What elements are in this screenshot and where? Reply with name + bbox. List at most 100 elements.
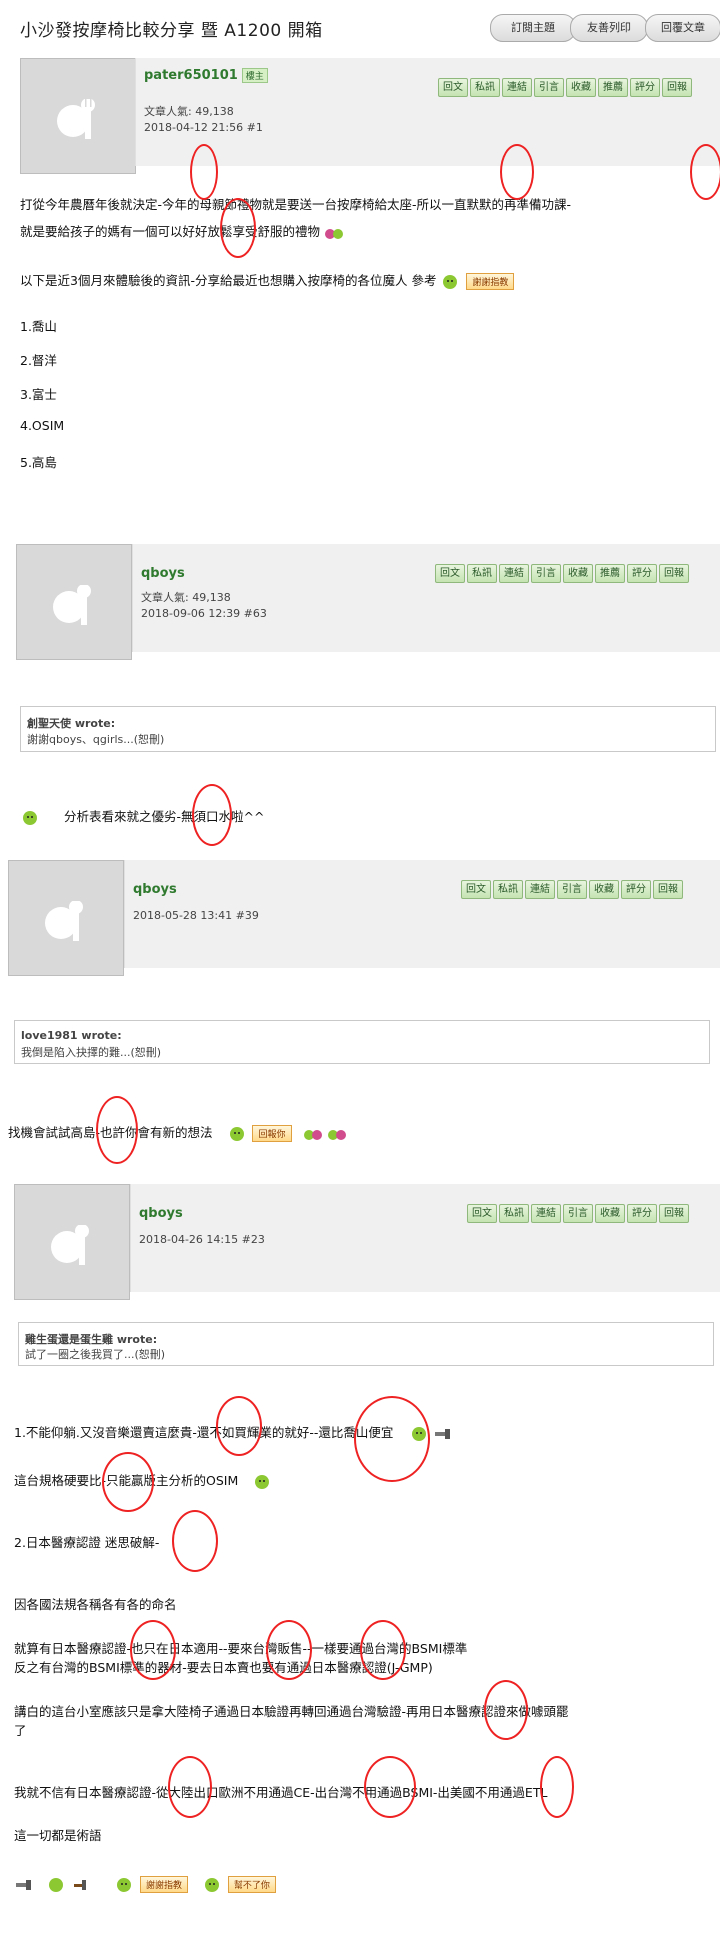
post-line: 2.日本醫療認證 迷思破解- bbox=[14, 1535, 160, 1550]
post-actions: 回文 私訊 連結 引言 收藏 評分 回報 bbox=[467, 1204, 689, 1223]
annotation-circle bbox=[690, 144, 720, 200]
quote-box: love1981 wrote: 我倒是陷入抉擇的難...(恕刪) bbox=[14, 1020, 710, 1064]
annotation-circle bbox=[220, 198, 256, 258]
reply-action[interactable]: 回文 bbox=[461, 880, 491, 899]
rate-action[interactable]: 評分 bbox=[630, 78, 660, 97]
favorite-action[interactable]: 收藏 bbox=[595, 1204, 625, 1223]
hammer-emoji-icon bbox=[73, 1879, 86, 1890]
page-title: 小沙發按摩椅比較分享 暨 A1200 開箱 bbox=[20, 21, 323, 41]
annotation-circle bbox=[266, 1620, 312, 1680]
popularity: 文章人氣: 49,138 bbox=[144, 105, 234, 118]
quote-author: 創聖天使 wrote: bbox=[27, 717, 116, 730]
post-line: 找機會試試高島-也許你會有新的想法 回報你 bbox=[8, 1122, 347, 1142]
smile-emoji-icon bbox=[23, 810, 37, 825]
reply-action[interactable]: 回文 bbox=[438, 78, 468, 97]
reply-action[interactable]: 回文 bbox=[435, 564, 465, 583]
post-line: 因各國法規各稱各有各的命名 bbox=[14, 1597, 177, 1612]
avatar-icon bbox=[51, 1225, 89, 1265]
hammer-emoji-icon bbox=[16, 1879, 31, 1890]
post-date: 2018-04-26 14:15 #23 bbox=[139, 1233, 265, 1246]
quote-box: 雞生蛋還是蛋生雞 wrote: 試了一圈之後我買了...(恕刪) bbox=[18, 1322, 714, 1366]
smile-emoji-icon bbox=[255, 1474, 270, 1489]
message-action[interactable]: 私訊 bbox=[470, 78, 500, 97]
link-action[interactable]: 連結 bbox=[502, 78, 532, 97]
message-action[interactable]: 私訊 bbox=[493, 880, 523, 899]
quote-action[interactable]: 引言 bbox=[563, 1204, 593, 1223]
report-action[interactable]: 回報 bbox=[659, 564, 689, 583]
smile-emoji-icon bbox=[48, 1877, 63, 1892]
list-item: 4.OSIM bbox=[20, 418, 65, 433]
print-button[interactable]: 友善列印 bbox=[570, 14, 648, 42]
message-action[interactable]: 私訊 bbox=[467, 564, 497, 583]
post-actions: 回文 私訊 連結 引言 收藏 推薦 評分 回報 bbox=[435, 564, 689, 583]
list-item: 3.富士 bbox=[20, 387, 57, 402]
rate-action[interactable]: 評分 bbox=[627, 564, 657, 583]
annotation-circle bbox=[360, 1620, 406, 1680]
quote-text: 試了一圈之後我買了...(恕刪) bbox=[25, 1348, 166, 1361]
subscribe-button[interactable]: 訂閱主題 bbox=[490, 14, 576, 42]
post-line: 我就不信有日本醫療認證-從大陸出口歐洲不用通過CE-出台灣不用通過BSMI-出美… bbox=[14, 1785, 548, 1800]
header: 小沙發按摩椅比較分享 暨 A1200 開箱 訂閱主題 友善列印 回覆文章 bbox=[0, 0, 720, 56]
hammer-emoji-icon bbox=[435, 1428, 451, 1439]
post-date: 2018-05-28 13:41 #39 bbox=[133, 909, 259, 922]
report-action[interactable]: 回報 bbox=[662, 78, 692, 97]
post-3: qboys 2018-05-28 13:41 #39 回文 私訊 連結 引言 收… bbox=[0, 860, 720, 1164]
hug-emoji-icon bbox=[304, 1129, 323, 1140]
thanks-tag: 謝謝指教 bbox=[466, 273, 515, 290]
favorite-action[interactable]: 收藏 bbox=[563, 564, 593, 583]
quote-text: 我倒是陷入抉擇的難...(恕刪) bbox=[21, 1046, 162, 1059]
post-line: 打從今年農曆年後就決定-今年的母親節禮物就是要送一台按摩椅給太座-所以一直默默的… bbox=[20, 197, 572, 212]
post-line: 了 bbox=[14, 1723, 27, 1738]
username[interactable]: qboys bbox=[133, 882, 177, 897]
username[interactable]: qboys bbox=[139, 1206, 183, 1221]
avatar[interactable] bbox=[20, 58, 136, 174]
list-item: 2.督洋 bbox=[20, 353, 57, 368]
report-action[interactable]: 回報 bbox=[653, 880, 683, 899]
avatar-icon bbox=[45, 901, 83, 941]
quote-author: love1981 wrote: bbox=[21, 1029, 122, 1042]
post-date: 2018-04-12 21:56 #1 bbox=[144, 121, 263, 134]
post-1: pater650101 樓主 文章人氣: 49,138 2018-04-12 21… bbox=[0, 58, 720, 498]
annotation-circle bbox=[192, 784, 232, 846]
annotation-circle bbox=[168, 1756, 212, 1818]
reply-action[interactable]: 回文 bbox=[467, 1204, 497, 1223]
rate-action[interactable]: 評分 bbox=[627, 1204, 657, 1223]
message-action[interactable]: 私訊 bbox=[499, 1204, 529, 1223]
report-action[interactable]: 回報 bbox=[659, 1204, 689, 1223]
post-line: 就是要給孩子的媽有一個可以好好放鬆享受舒服的禮物 bbox=[20, 221, 344, 241]
avatar[interactable] bbox=[8, 860, 124, 976]
recommend-action[interactable]: 推薦 bbox=[595, 564, 625, 583]
post-meta: pater650101 樓主 文章人氣: 49,138 2018-04-12 21… bbox=[135, 58, 720, 166]
link-action[interactable]: 連結 bbox=[499, 564, 529, 583]
username[interactable]: pater650101 樓主 bbox=[144, 68, 268, 83]
thanks-tag: 謝謝指教 bbox=[139, 1876, 188, 1893]
annotation-circle bbox=[500, 144, 534, 200]
favorite-action[interactable]: 收藏 bbox=[566, 78, 596, 97]
post-4: qboys 2018-04-26 14:15 #23 回文 私訊 連結 引言 收… bbox=[0, 1184, 720, 1934]
quote-box: 創聖天使 wrote: 謝謝qboys、qgirls...(恕刪) bbox=[20, 706, 716, 752]
avatar[interactable] bbox=[16, 544, 132, 660]
quote-action[interactable]: 引言 bbox=[557, 880, 587, 899]
username[interactable]: qboys bbox=[141, 566, 185, 581]
avatar-icon bbox=[53, 585, 91, 625]
post-meta: qboys 文章人氣: 49,138 2018-09-06 12:39 #63 … bbox=[132, 544, 720, 652]
avatar-icon bbox=[57, 99, 95, 139]
rate-action[interactable]: 評分 bbox=[621, 880, 651, 899]
post-meta: qboys 2018-04-26 14:15 #23 回文 私訊 連結 引言 收… bbox=[130, 1184, 720, 1292]
favorite-action[interactable]: 收藏 bbox=[589, 880, 619, 899]
smile-emoji-icon bbox=[443, 274, 458, 289]
reply-button[interactable]: 回覆文章 bbox=[645, 14, 720, 42]
quote-author: 雞生蛋還是蛋生雞 wrote: bbox=[25, 1333, 158, 1346]
recommend-action[interactable]: 推薦 bbox=[598, 78, 628, 97]
quote-action[interactable]: 引言 bbox=[531, 564, 561, 583]
quote-action[interactable]: 引言 bbox=[534, 78, 564, 97]
annotation-circle bbox=[354, 1396, 430, 1482]
annotation-circle bbox=[102, 1452, 154, 1512]
annotation-circle bbox=[96, 1096, 138, 1164]
op-badge: 樓主 bbox=[241, 68, 268, 83]
avatar[interactable] bbox=[14, 1184, 130, 1300]
smile-emoji-icon bbox=[204, 1877, 219, 1892]
annotation-circle bbox=[172, 1510, 218, 1572]
link-action[interactable]: 連結 bbox=[525, 880, 555, 899]
link-action[interactable]: 連結 bbox=[531, 1204, 561, 1223]
